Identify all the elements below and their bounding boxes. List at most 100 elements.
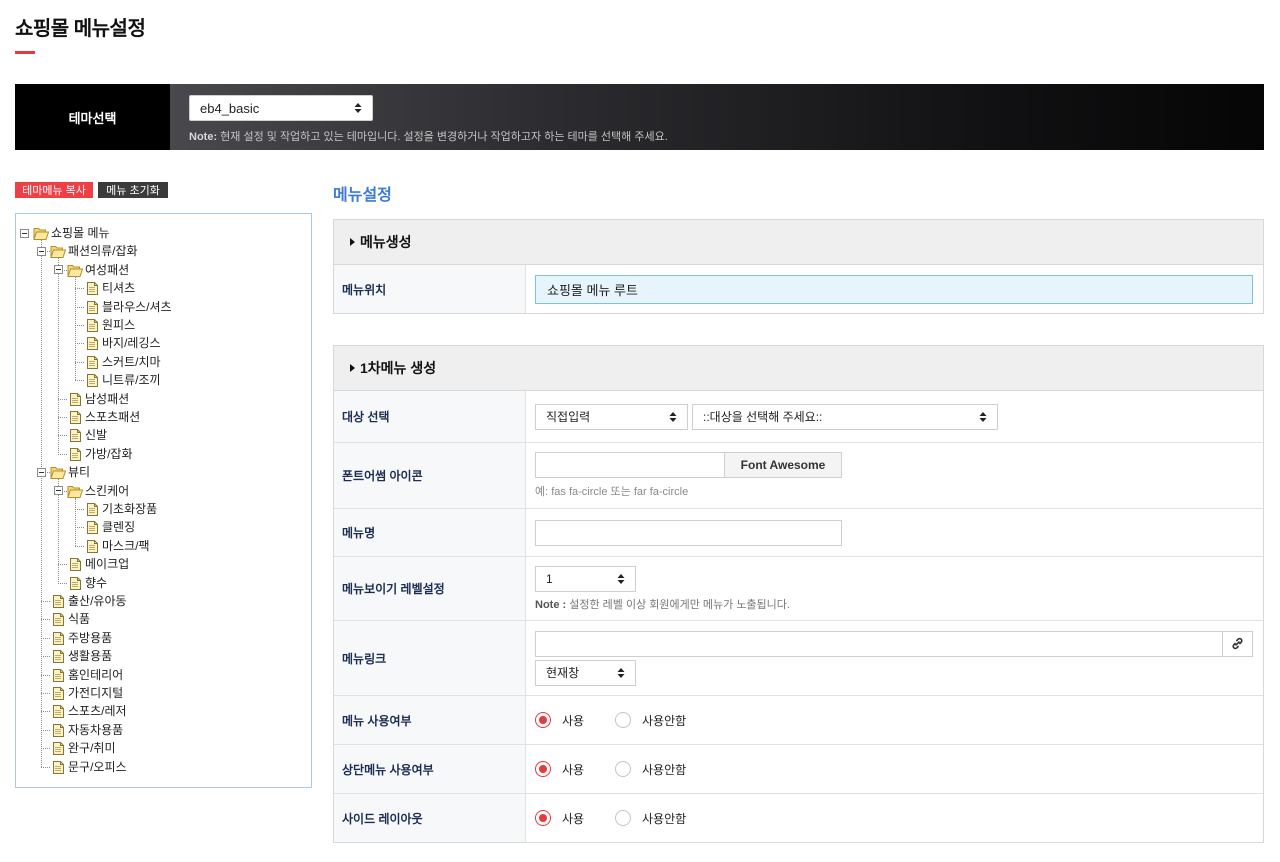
tree-node[interactable]: 향수	[67, 574, 107, 592]
tree-node[interactable]: 자동차용품	[50, 721, 123, 739]
tree-node[interactable]: 니트류/조끼	[84, 371, 161, 389]
radio-button[interactable]	[535, 712, 551, 728]
level-note-label: Note :	[535, 598, 567, 611]
tree-node[interactable]: 식품	[50, 610, 90, 628]
theme-note-text: 현재 설정 및 작업하고 있는 테마입니다. 설정을 변경하거나 작업하고자 하…	[220, 131, 668, 143]
visible-level-select[interactable]: 1	[535, 565, 636, 592]
file-icon	[84, 300, 100, 314]
tree-node[interactable]: 쇼핑몰 메뉴	[33, 224, 110, 242]
radio-label: 사용안함	[642, 762, 687, 777]
tree-node[interactable]: 출산/유아동	[50, 592, 127, 610]
tree-node-label: 문구/오피스	[68, 760, 127, 774]
tree-node[interactable]: 블라우스/셔츠	[84, 298, 172, 316]
file-icon	[84, 373, 100, 387]
tree-connector-line	[41, 711, 50, 712]
radio-button[interactable]	[535, 761, 551, 777]
link-button[interactable]	[1223, 630, 1253, 657]
tree-node[interactable]: 여성패션	[67, 261, 129, 279]
radio-button[interactable]	[615, 712, 631, 728]
input-type-select[interactable]: 직접입력	[535, 403, 688, 430]
folder-open-icon	[67, 484, 83, 498]
file-icon	[50, 668, 66, 682]
tree-node[interactable]: 주방용품	[50, 629, 112, 647]
copy-theme-menu-button[interactable]: 테마메뉴 복사	[15, 182, 93, 198]
link-target-select[interactable]: 현재창	[535, 659, 636, 686]
file-icon	[84, 502, 100, 516]
tree-node[interactable]: 티셔츠	[84, 279, 135, 297]
tree-connector-line	[75, 498, 76, 546]
tree-connector-line	[41, 240, 42, 767]
tree-node-label: 가방/잡화	[85, 447, 133, 461]
collapse-toggle-icon[interactable]	[54, 486, 63, 495]
tree-node[interactable]: 기초화장품	[84, 500, 157, 518]
tree-connector-line	[75, 343, 84, 344]
menu-use-option-off[interactable]: 사용안함	[615, 712, 695, 729]
tree-node[interactable]: 완구/취미	[50, 739, 116, 757]
file-icon	[50, 612, 66, 626]
tree-node[interactable]: 남성패션	[67, 390, 129, 408]
tree-node[interactable]: 스킨케어	[67, 482, 129, 500]
tree-node[interactable]: 문구/오피스	[50, 758, 127, 776]
reset-menu-button[interactable]: 메뉴 초기화	[98, 182, 168, 198]
tree-connector-line	[58, 435, 67, 436]
tree-node[interactable]: 스포츠패션	[67, 408, 140, 426]
tree-connector-line	[75, 362, 84, 363]
file-icon	[50, 594, 66, 608]
tree-node-label: 가전디지털	[68, 686, 124, 700]
top-menu-use-option-on[interactable]: 사용	[535, 761, 615, 778]
page-title: 쇼핑몰 메뉴설정	[15, 18, 146, 40]
side-layout-option-on[interactable]: 사용	[535, 810, 615, 827]
caret-right-icon	[350, 364, 355, 372]
tree-node[interactable]: 스커트/치마	[84, 353, 161, 371]
tree-node[interactable]: 생활용품	[50, 647, 112, 665]
file-icon	[84, 318, 100, 332]
collapse-toggle-icon[interactable]	[37, 247, 46, 256]
file-icon	[50, 704, 66, 718]
tree-connector-line	[58, 564, 67, 565]
tree-node[interactable]: 스포츠/레저	[50, 702, 127, 720]
tree-node[interactable]: 패션의류/잡화	[50, 242, 138, 260]
form-value: 현재창	[526, 621, 1263, 695]
font-awesome-icon-input[interactable]	[535, 452, 725, 478]
tree-node-label: 니트류/조끼	[102, 373, 161, 387]
tree-node[interactable]: 가방/잡화	[67, 445, 133, 463]
target-select-value: ::대상을 선택해 주세요::	[703, 410, 823, 424]
tree-node[interactable]: 원피스	[84, 316, 135, 334]
form-label: 메뉴명	[334, 509, 526, 556]
menu-link-input[interactable]	[535, 630, 1223, 657]
tree-node[interactable]: 메이크업	[67, 555, 129, 573]
form-label: 사이드 레이아웃	[334, 794, 526, 842]
menu-location-input[interactable]	[535, 274, 1253, 304]
side-layout-option-off[interactable]: 사용안함	[615, 810, 695, 827]
form-label: 메뉴위치	[334, 265, 526, 313]
radio-button[interactable]	[535, 810, 551, 826]
target-select[interactable]: ::대상을 선택해 주세요::	[692, 403, 998, 430]
file-icon	[84, 520, 100, 534]
tree-node[interactable]: 홈인테리어	[50, 666, 123, 684]
tree-node[interactable]: 바지/레깅스	[84, 334, 161, 352]
tree-node[interactable]: 가전디지털	[50, 684, 123, 702]
tree-node-label: 패션의류/잡화	[68, 244, 138, 258]
menu-name-input[interactable]	[535, 519, 842, 546]
tree-node[interactable]: 뷰티	[50, 463, 90, 481]
tree-node[interactable]: 신발	[67, 426, 107, 444]
collapse-toggle-icon[interactable]	[37, 468, 46, 477]
tree-connector-line	[41, 767, 50, 768]
radio-button[interactable]	[615, 810, 631, 826]
tree-connector-line	[75, 307, 84, 308]
tree-node-label: 향수	[85, 576, 108, 590]
collapse-toggle-icon[interactable]	[20, 229, 29, 238]
menu-use-radio-group: 사용 사용안함	[535, 712, 1253, 729]
tree-node[interactable]: 클렌징	[84, 518, 135, 536]
theme-select[interactable]: eb4_basic	[189, 95, 373, 121]
menu-use-option-on[interactable]: 사용	[535, 712, 615, 729]
folder-open-icon	[33, 226, 49, 240]
collapse-toggle-icon[interactable]	[54, 265, 63, 274]
tree-node[interactable]: 마스크/팩	[84, 537, 150, 555]
top-menu-use-option-off[interactable]: 사용안함	[615, 761, 695, 778]
tree-node-label: 바지/레깅스	[102, 336, 161, 350]
radio-button[interactable]	[615, 761, 631, 777]
select-arrows-icon	[979, 411, 987, 422]
font-awesome-button[interactable]: Font Awesome	[725, 452, 842, 478]
radio-label: 사용안함	[642, 811, 687, 826]
